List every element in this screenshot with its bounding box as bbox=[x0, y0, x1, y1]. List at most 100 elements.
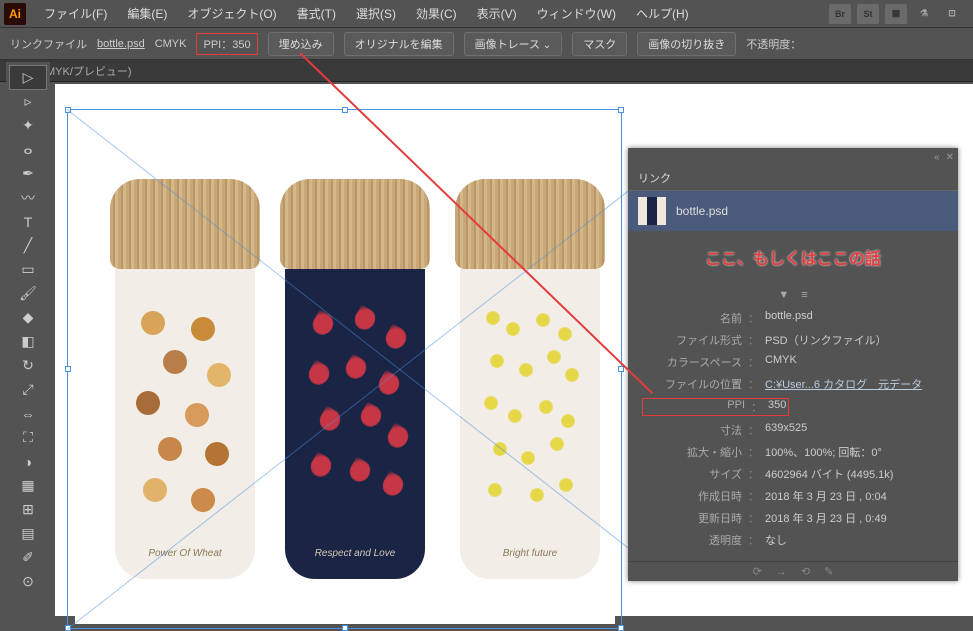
info-ppi-highlight: PPI：350 bbox=[642, 398, 789, 416]
placed-image-bottle-1: Power Of Wheat bbox=[110, 179, 260, 579]
linked-file-label: リンクファイル bbox=[10, 36, 87, 52]
blend-tool[interactable]: ⊙ bbox=[10, 570, 46, 593]
info-ppi-value: 350 bbox=[768, 399, 786, 415]
scale-tool[interactable]: ⤢ bbox=[10, 378, 46, 401]
placed-image-bottle-3: Bright future bbox=[455, 179, 605, 579]
update-link-icon[interactable]: ⟲ bbox=[801, 565, 810, 578]
placed-image-bottle-2: Respect and Love bbox=[280, 179, 430, 579]
info-disclosure[interactable]: ▼≡ bbox=[642, 287, 944, 307]
info-modified-label: 更新日時 bbox=[642, 510, 742, 526]
gradient-tool[interactable]: ▤ bbox=[10, 522, 46, 545]
type-tool[interactable]: T bbox=[10, 210, 46, 233]
panel-header: « ✕ bbox=[628, 148, 958, 166]
link-item[interactable]: bottle.psd bbox=[628, 191, 958, 231]
edit-original-icon[interactable]: ✎ bbox=[824, 565, 833, 578]
image-trace-button[interactable]: 画像トレース bbox=[464, 32, 563, 56]
info-dimensions-label: 寸法 bbox=[642, 422, 742, 438]
info-location-label: ファイルの位置 bbox=[642, 376, 742, 392]
direct-selection-tool[interactable]: ▹ bbox=[10, 90, 46, 113]
panel-footer: ⟳ → ⟲ ✎ bbox=[628, 561, 958, 581]
free-transform-tool[interactable]: ⛶ bbox=[10, 426, 46, 449]
shape-builder-tool[interactable]: ◑ bbox=[10, 450, 46, 473]
menubar: Ai ファイル(F) 編集(E) オブジェクト(O) 書式(T) 選択(S) 効… bbox=[0, 0, 973, 28]
close-icon[interactable]: ✕ bbox=[946, 152, 954, 163]
info-dimensions-value: 639x525 bbox=[765, 422, 944, 438]
bridge-icon[interactable]: Br bbox=[829, 4, 851, 24]
stock-icon[interactable]: St bbox=[857, 4, 879, 24]
info-colorspace-label: カラースペース bbox=[642, 354, 742, 370]
link-info: ▼≡ 名前：bottle.psd ファイル形式：PSD（リンクファイル） カラー… bbox=[628, 283, 958, 561]
tools-panel: ▷ ▹ ✦ ⴰ ✒ 〰 T ╱ ▭ 🖌 ◆ ◧ ↻ ⤢ ⇔ ⛶ ◑ ▦ ⊞ ▤ … bbox=[6, 62, 50, 597]
info-format-label: ファイル形式 bbox=[642, 332, 742, 348]
arrange-icon[interactable]: ▦ bbox=[885, 4, 907, 24]
opacity-label: 不透明度： bbox=[746, 36, 801, 52]
annotation-text: ここ、もしくはここの話 bbox=[628, 231, 958, 283]
menu-icon: ≡ bbox=[801, 289, 807, 301]
info-created-value: 2018 年 3 月 23 日 , 0:04 bbox=[765, 488, 944, 504]
rotate-tool[interactable]: ↻ bbox=[10, 354, 46, 377]
width-tool[interactable]: ⇔ bbox=[10, 402, 46, 425]
collapse-icon[interactable]: « bbox=[934, 152, 940, 163]
ppi-readout: PPI：350 bbox=[196, 33, 257, 55]
link-thumbnail bbox=[638, 197, 666, 225]
colormode-label: CMYK bbox=[155, 38, 187, 50]
lasso-tool[interactable]: ⴰ bbox=[10, 138, 46, 161]
info-size-value: 4602964 バイト (4495.1k) bbox=[765, 466, 944, 482]
info-name-value: bottle.psd bbox=[765, 310, 944, 326]
app-logo-icon: Ai bbox=[4, 3, 26, 25]
mesh-tool[interactable]: ⊞ bbox=[10, 498, 46, 521]
info-location-value[interactable]: C:¥User...6 カタログ 元データ bbox=[765, 376, 944, 392]
document-tab[interactable]: MYK/プレビュー) bbox=[46, 63, 132, 79]
info-modified-value: 2018 年 3 月 23 日 , 0:49 bbox=[765, 510, 944, 526]
bottle-2-label: Respect and Love bbox=[285, 548, 425, 559]
gpu-icon[interactable]: ⚗ bbox=[913, 4, 935, 24]
menubar-right: Br St ▦ ⚗ ⊡ bbox=[829, 4, 973, 24]
link-item-name: bottle.psd bbox=[676, 204, 728, 218]
selection-tool[interactable]: ▷ bbox=[10, 66, 46, 89]
magic-wand-tool[interactable]: ✦ bbox=[10, 114, 46, 137]
curvature-tool[interactable]: 〰 bbox=[10, 186, 46, 209]
info-created-label: 作成日時 bbox=[642, 488, 742, 504]
line-tool[interactable]: ╱ bbox=[10, 234, 46, 257]
menu-edit[interactable]: 編集(E) bbox=[117, 1, 177, 26]
menu-effect[interactable]: 効果(C) bbox=[406, 1, 467, 26]
artboard: Power Of Wheat Respect and Love bbox=[75, 119, 615, 624]
menu-object[interactable]: オブジェクト(O) bbox=[177, 1, 286, 26]
info-transparency-value: なし bbox=[765, 532, 944, 548]
menu-type[interactable]: 書式(T) bbox=[287, 1, 346, 26]
crop-button[interactable]: 画像の切り抜き bbox=[637, 32, 736, 56]
mask-button[interactable]: マスク bbox=[572, 32, 627, 56]
bottle-1-label: Power Of Wheat bbox=[115, 548, 255, 559]
perspective-tool[interactable]: ▦ bbox=[10, 474, 46, 497]
info-size-label: サイズ bbox=[642, 466, 742, 482]
info-scale-label: 拡大・縮小 bbox=[642, 444, 742, 460]
eraser-tool[interactable]: ◧ bbox=[10, 330, 46, 353]
filename-link[interactable]: bottle.psd bbox=[97, 38, 145, 50]
info-scale-value: 100%、100%; 回転：0° bbox=[765, 444, 944, 460]
shaper-tool[interactable]: ◆ bbox=[10, 306, 46, 329]
paintbrush-tool[interactable]: 🖌 bbox=[10, 282, 46, 305]
info-transparency-label: 透明度 bbox=[642, 532, 742, 548]
links-tab[interactable]: リンク bbox=[628, 166, 958, 191]
menu-window[interactable]: ウィンドウ(W) bbox=[527, 1, 626, 26]
bottle-3-label: Bright future bbox=[460, 548, 600, 559]
info-ppi-label: PPI bbox=[645, 399, 745, 415]
options-bar: リンクファイル bottle.psd CMYK PPI：350 埋め込み オリジ… bbox=[0, 28, 973, 60]
rectangle-tool[interactable]: ▭ bbox=[10, 258, 46, 281]
eyedropper-tool[interactable]: ✐ bbox=[10, 546, 46, 569]
menu-file[interactable]: ファイル(F) bbox=[34, 1, 117, 26]
goto-link-icon[interactable]: → bbox=[776, 566, 787, 578]
links-panel: « ✕ リンク bottle.psd ここ、もしくはここの話 ▼≡ 名前：bot… bbox=[628, 148, 958, 581]
menu-help[interactable]: ヘルプ(H) bbox=[626, 1, 699, 26]
info-name-label: 名前 bbox=[642, 310, 742, 326]
relink-icon[interactable]: ⟳ bbox=[753, 565, 762, 578]
menu-view[interactable]: 表示(V) bbox=[467, 1, 527, 26]
document-tab-bar: MYK/プレビュー) bbox=[0, 60, 973, 82]
edit-original-button[interactable]: オリジナルを編集 bbox=[344, 32, 454, 56]
search-icon[interactable]: ⊡ bbox=[941, 4, 963, 24]
embed-button[interactable]: 埋め込み bbox=[268, 32, 334, 56]
pen-tool[interactable]: ✒ bbox=[10, 162, 46, 185]
info-colorspace-value: CMYK bbox=[765, 354, 944, 370]
info-format-value: PSD（リンクファイル） bbox=[765, 332, 944, 348]
menu-select[interactable]: 選択(S) bbox=[346, 1, 406, 26]
